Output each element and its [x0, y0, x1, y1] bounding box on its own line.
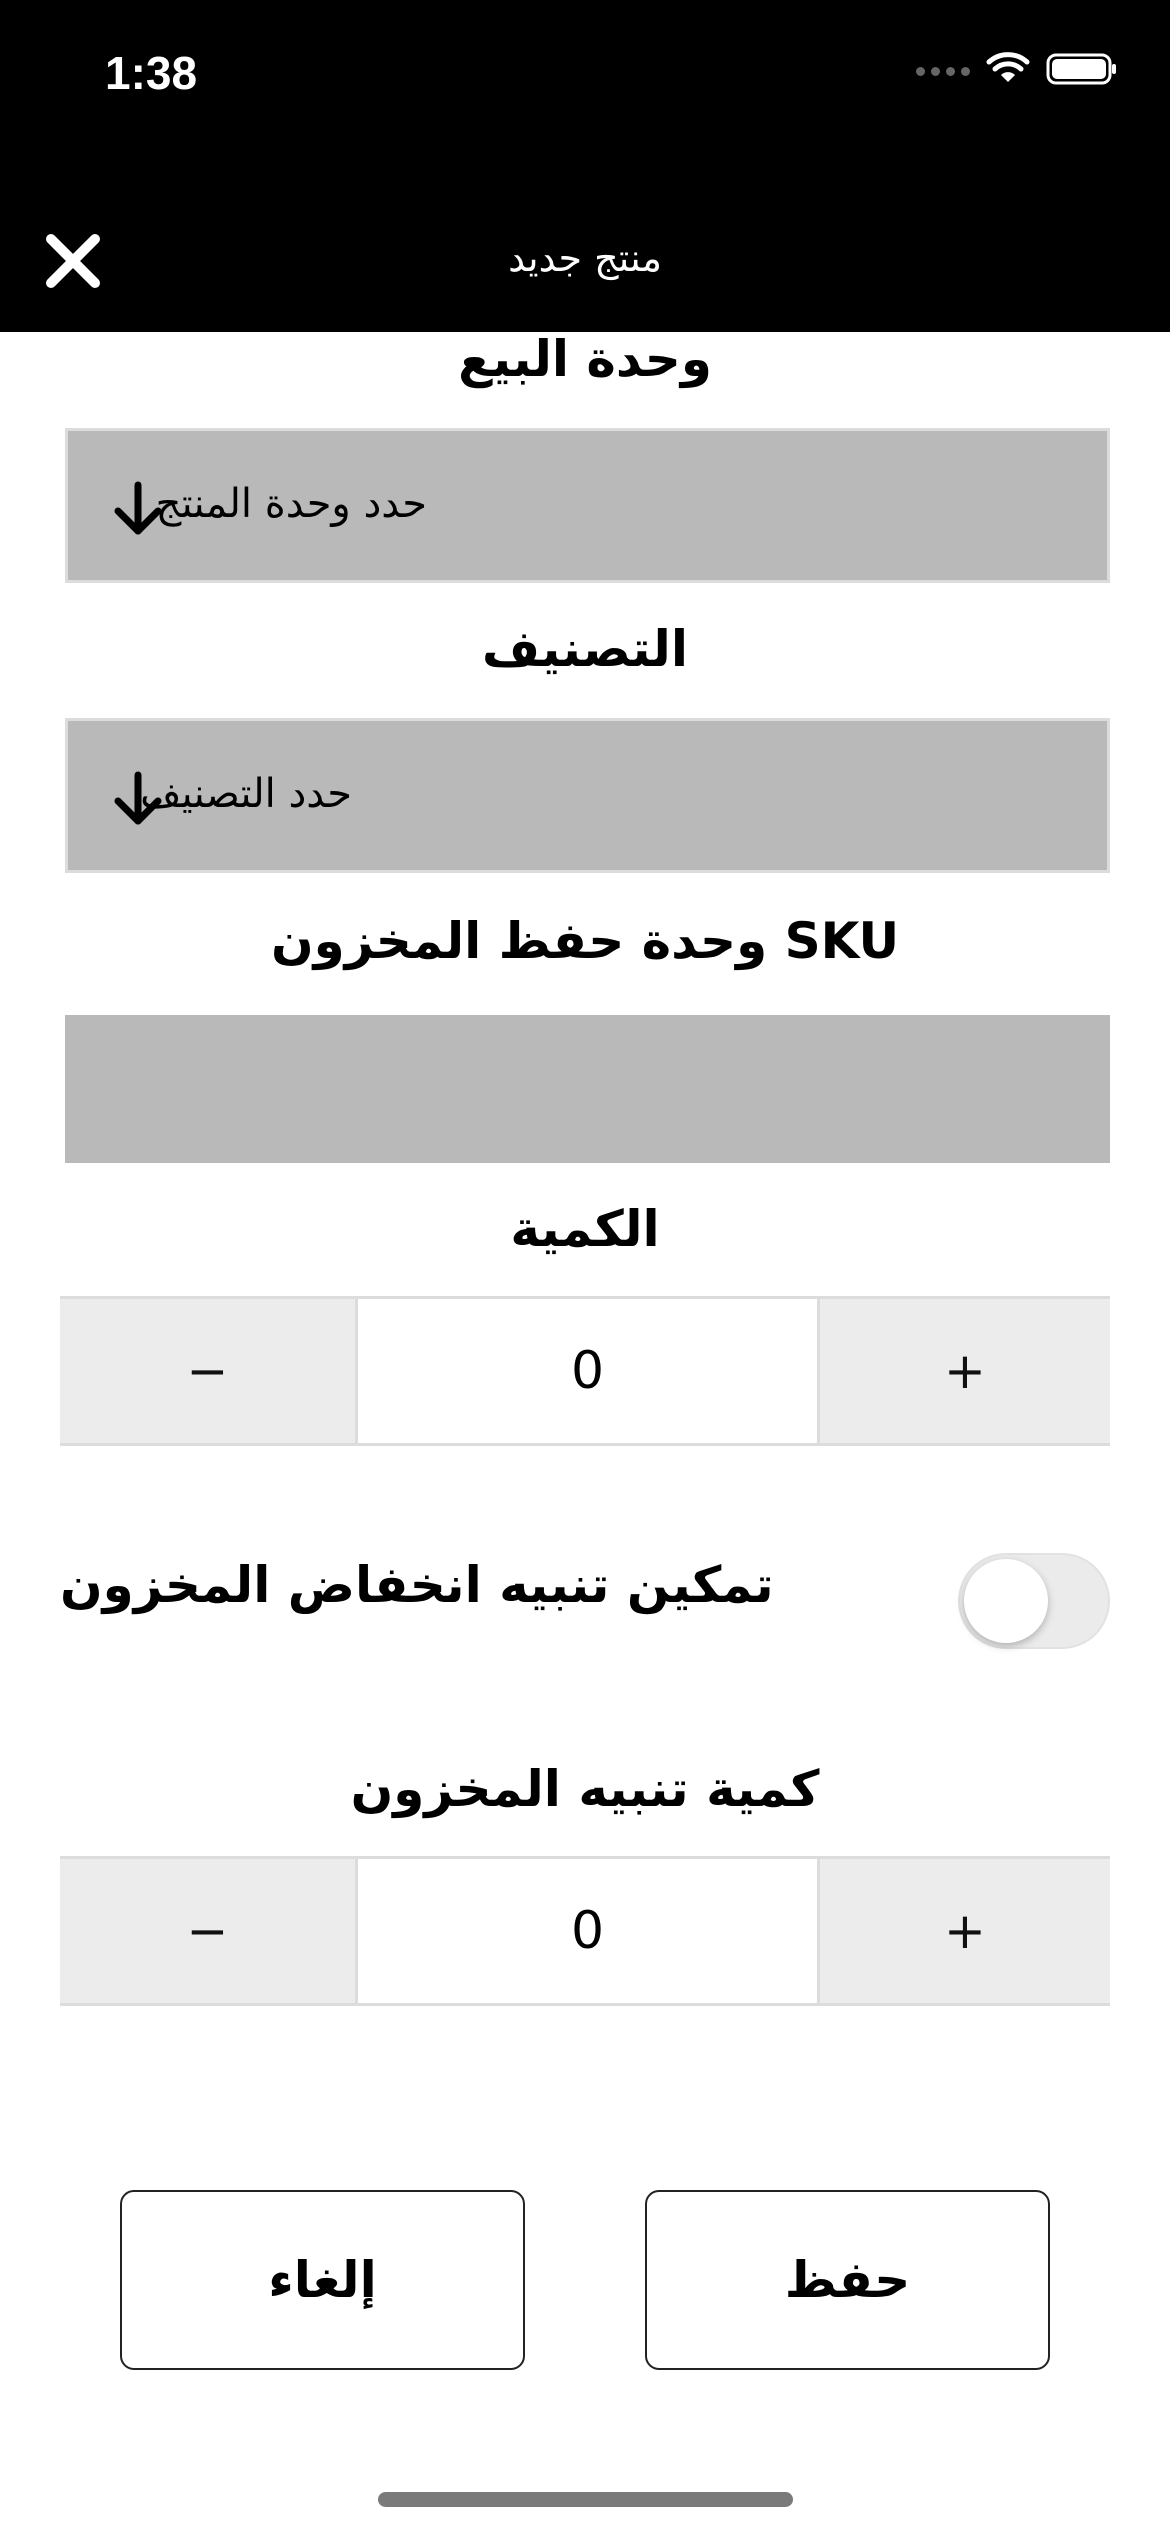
toggle-knob	[964, 1559, 1048, 1643]
page-title: منتج جديد	[508, 236, 662, 280]
category-select[interactable]: حدد التصنيف	[65, 718, 1110, 873]
alert-quantity-decrement-button[interactable]: −	[60, 1859, 355, 2003]
category-label: التصنيف	[482, 620, 688, 678]
alert-quantity-stepper: − 0 +	[60, 1856, 1110, 2006]
signal-icon	[916, 66, 970, 76]
wifi-icon	[986, 52, 1030, 90]
cancel-button[interactable]: إلغاء	[120, 2190, 525, 2370]
quantity-stepper: − 0 +	[60, 1296, 1110, 1446]
alert-quantity-value[interactable]: 0	[355, 1859, 820, 2003]
alert-quantity-label: كمية تنبيه المخزون	[350, 1760, 820, 1818]
status-time: 1:38	[105, 47, 198, 99]
quantity-decrement-button[interactable]: −	[60, 1299, 355, 1443]
low-stock-alert-toggle[interactable]	[958, 1553, 1110, 1649]
quantity-label: الكمية	[510, 1200, 660, 1258]
alert-quantity-increment-button[interactable]: +	[820, 1859, 1110, 2003]
nav-bar: منتج جديد	[0, 150, 1170, 332]
quantity-increment-button[interactable]: +	[820, 1299, 1110, 1443]
low-stock-alert-label: تمكين تنبيه انخفاض المخزون	[60, 1556, 774, 1614]
sale-unit-placeholder: حدد وحدة المنتج	[155, 481, 427, 527]
status-icons	[916, 52, 1118, 90]
battery-icon	[1046, 52, 1118, 90]
sku-label: وحدة حفظ المخزون SKU	[270, 912, 900, 970]
sale-unit-select[interactable]: حدد وحدة المنتج	[65, 428, 1110, 583]
save-button[interactable]: حفظ	[645, 2190, 1050, 2370]
sku-input[interactable]	[65, 1015, 1110, 1163]
home-indicator[interactable]	[378, 2492, 793, 2507]
sale-unit-label: وحدة البيع	[458, 330, 712, 388]
quantity-value[interactable]: 0	[355, 1299, 820, 1443]
category-placeholder: حدد التصنيف	[140, 771, 352, 817]
status-bar: 1:38	[0, 0, 1170, 150]
